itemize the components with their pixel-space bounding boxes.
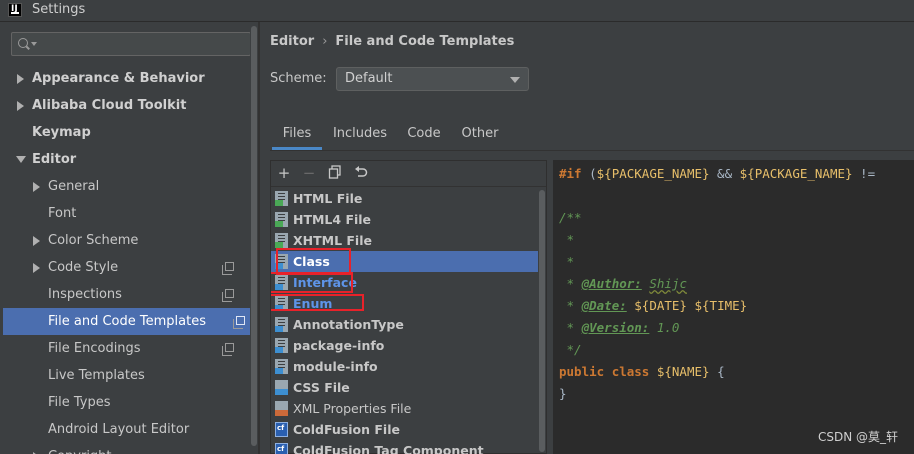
code-line-9: */ [559, 342, 582, 357]
add-template-button[interactable]: + [276, 165, 292, 181]
reset-template-button[interactable] [353, 165, 369, 181]
collapse-arrow-icon[interactable] [16, 156, 26, 163]
code-line-4: * [559, 232, 575, 247]
sidebar-item-editor[interactable]: Editor [0, 146, 250, 173]
title-bar: IJ Settings [0, 0, 914, 22]
sidebar-scroll-thumb[interactable] [251, 26, 257, 446]
highlight-box-class [276, 248, 351, 275]
list-item[interactable]: AnnotationType [271, 314, 538, 335]
breadcrumb-parent[interactable]: Editor [270, 34, 314, 49]
java-file-icon [275, 359, 288, 374]
sidebar-item-code-style[interactable]: Code Style [0, 254, 250, 281]
breadcrumb-separator: › [322, 34, 328, 49]
settings-content: Editor › File and Code Templates Scheme: D… [260, 22, 914, 454]
template-list-scrollbar[interactable] [538, 188, 546, 454]
template-list-scroll-thumb[interactable] [539, 190, 545, 452]
list-item[interactable]: package-info [271, 335, 538, 356]
xml-properties-file-icon [275, 401, 288, 416]
sidebar-item-appearance[interactable]: Appearance & Behavior [0, 65, 250, 92]
html-file-icon [275, 212, 288, 227]
tab-divider [270, 150, 914, 151]
list-item[interactable]: cf ColdFusion Tag Component [271, 440, 538, 454]
expand-arrow-icon[interactable] [17, 74, 24, 84]
sidebar-item-inspections[interactable]: Inspections [0, 281, 250, 308]
expand-arrow-icon[interactable] [33, 263, 40, 273]
sidebar-item-keymap[interactable]: Keymap [0, 119, 250, 146]
expand-arrow-icon[interactable] [33, 236, 40, 246]
code-line-8: * @Version: 1.0 [559, 320, 680, 335]
sidebar-item-color-scheme[interactable]: Color Scheme [0, 227, 250, 254]
list-item[interactable]: CSS File [271, 377, 538, 398]
list-item[interactable]: cf ColdFusion File [271, 419, 538, 440]
search-icon [18, 38, 28, 48]
code-line-3: /** [559, 210, 582, 225]
scheme-value: Default [345, 71, 393, 86]
sidebar-scrollbar[interactable] [250, 22, 258, 454]
list-item[interactable]: HTML4 File [271, 209, 538, 230]
tab-includes[interactable]: Includes [332, 122, 388, 150]
undo-icon [355, 166, 368, 177]
intellij-logo-icon: IJ [8, 3, 22, 17]
project-settings-icon [222, 343, 234, 356]
code-line-1: #if (${PACKAGE_NAME} && ${PACKAGE_NAME} … [559, 166, 876, 181]
tab-code[interactable]: Code [404, 122, 444, 150]
code-line-10: public class ${NAME} { [559, 364, 725, 379]
code-line-6: * @Author: Shijc [559, 276, 687, 291]
tab-files[interactable]: Files [272, 122, 322, 150]
sidebar-item-android-layout-editor[interactable]: Android Layout Editor [0, 416, 250, 443]
scheme-label: Scheme: [270, 71, 327, 86]
watermark: CSDN @莫_轩 [817, 430, 898, 444]
java-annotation-icon [275, 317, 288, 332]
sidebar-item-font[interactable]: Font [0, 200, 250, 227]
copy-icon [328, 165, 341, 179]
settings-sidebar: Appearance & Behavior Alibaba Cloud Tool… [0, 22, 258, 454]
highlight-box-enum [271, 294, 364, 311]
breadcrumb-current: File and Code Templates [335, 34, 515, 49]
breadcrumb: Editor › File and Code Templates [270, 34, 514, 49]
list-item[interactable]: HTML File [271, 188, 538, 209]
sidebar-item-file-encodings[interactable]: File Encodings [0, 335, 250, 362]
expand-arrow-icon[interactable] [17, 101, 24, 111]
css-file-icon [275, 380, 288, 395]
remove-template-button[interactable]: − [301, 165, 317, 181]
template-list-panel: + − HTML File HTML4 File XHTML File Clas… [270, 160, 547, 454]
sidebar-item-copyright[interactable]: Copyright [0, 443, 250, 454]
coldfusion-file-icon: cf [275, 422, 288, 437]
project-settings-icon [222, 262, 234, 275]
project-settings-icon [233, 316, 245, 329]
tab-other[interactable]: Other [460, 122, 500, 150]
html-file-icon [275, 191, 288, 206]
java-file-icon [275, 338, 288, 353]
list-item[interactable]: module-info [271, 356, 538, 377]
code-line-11: } [559, 386, 567, 401]
sidebar-item-live-templates[interactable]: Live Templates [0, 362, 250, 389]
template-code-editor[interactable]: #if (${PACKAGE_NAME} && ${PACKAGE_NAME} … [553, 160, 914, 454]
sidebar-item-file-and-code-templates[interactable]: File and Code Templates [3, 308, 258, 335]
sidebar-item-alibaba-cloud-toolkit[interactable]: Alibaba Cloud Toolkit [0, 92, 250, 119]
sidebar-item-general[interactable]: General [0, 173, 250, 200]
chevron-down-icon [510, 77, 520, 83]
code-line-7: * @Date: ${DATE} ${TIME} [559, 298, 748, 313]
highlight-box-interface [271, 272, 353, 293]
project-settings-icon [222, 289, 234, 302]
template-toolbar: + − [271, 161, 546, 187]
code-line-5: * [559, 254, 575, 269]
xhtml-file-icon [275, 233, 288, 248]
scheme-dropdown[interactable]: Default [336, 67, 529, 91]
coldfusion-file-icon: cf [275, 443, 288, 454]
sidebar-item-file-types[interactable]: File Types [0, 389, 250, 416]
search-history-dropdown-icon[interactable] [31, 42, 37, 46]
template-list[interactable]: HTML File HTML4 File XHTML File Class In… [271, 188, 538, 454]
window-title: Settings [32, 2, 86, 17]
expand-arrow-icon[interactable] [33, 182, 40, 192]
copy-template-button[interactable] [327, 165, 343, 181]
list-item[interactable]: XML Properties File [271, 398, 538, 419]
settings-search-input[interactable] [11, 32, 251, 56]
